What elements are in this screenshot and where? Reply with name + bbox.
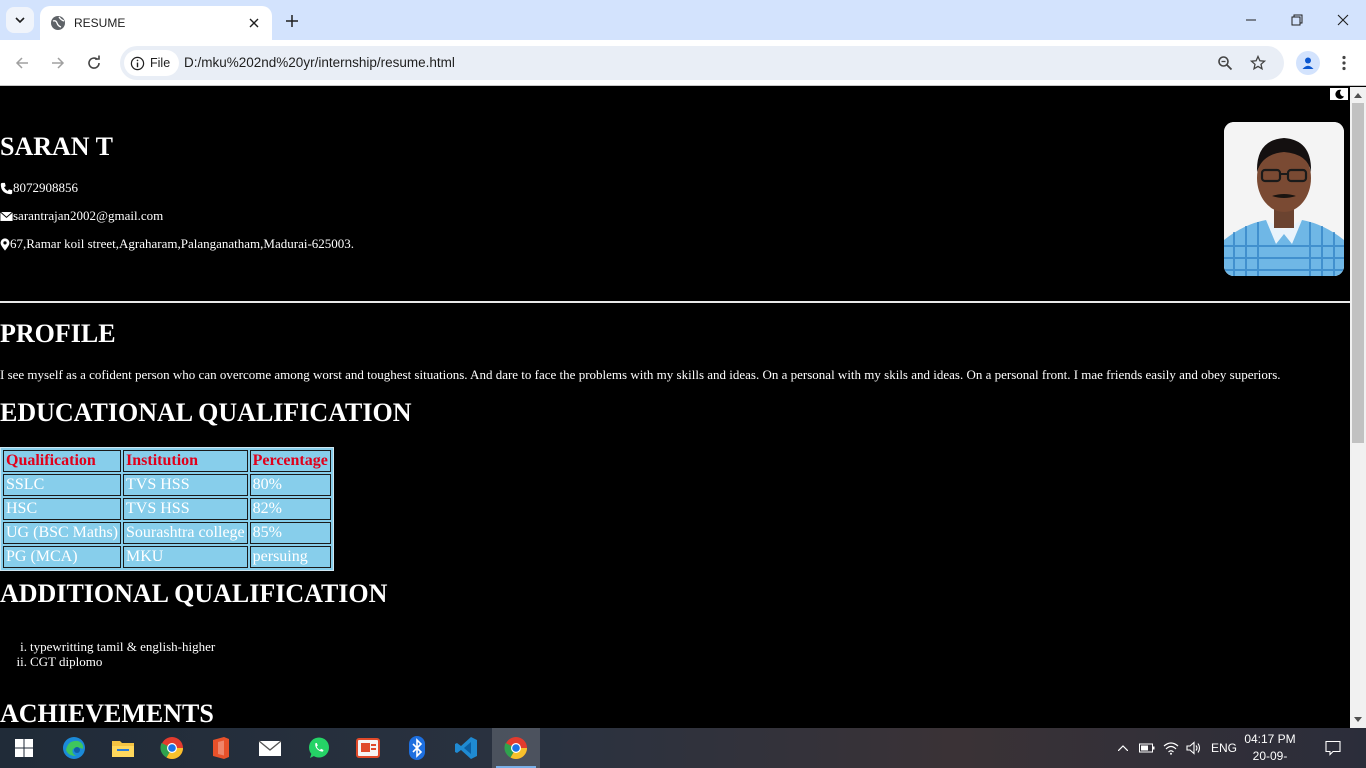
table-cell: PG (MCA) — [3, 546, 122, 568]
tab-strip: RESUME — [0, 0, 1366, 40]
table-cell: 80% — [249, 474, 331, 496]
browser-toolbar: File D:/mku%202nd%20yr/internship/resume… — [0, 40, 1366, 86]
new-tab-plus-icon[interactable] — [280, 9, 304, 33]
profile-avatar-icon[interactable] — [1296, 51, 1320, 75]
achievements-heading: ACHIEVEMENTS — [0, 699, 214, 728]
email-address: sarantrajan2002@gmail.com — [13, 208, 164, 223]
table-cell: Sourashtra college — [123, 522, 248, 544]
url-text[interactable]: D:/mku%202nd%20yr/internship/resume.html — [184, 55, 455, 70]
profile-photo — [1224, 122, 1344, 276]
reload-icon[interactable] — [82, 51, 106, 75]
table-header-cell: Percentage — [249, 450, 331, 472]
page-viewport: SARAN T 8072908856 sarantrajan2002@gmail… — [0, 87, 1350, 728]
education-heading: EDUCATIONAL QUALIFICATION — [0, 398, 412, 427]
mail-icon[interactable] — [246, 728, 294, 768]
table-row: SSLC TVS HSS 80% — [3, 474, 331, 496]
phone-row: 8072908856 — [0, 180, 78, 196]
phone-icon — [0, 182, 13, 194]
presentation-app-icon[interactable] — [344, 728, 392, 768]
bookmark-star-icon[interactable] — [1246, 51, 1270, 75]
table-row: UG (BSC Maths) Sourashtra college 85% — [3, 522, 331, 544]
table-row: HSC TVS HSS 82% — [3, 498, 331, 520]
table-cell: 85% — [249, 522, 331, 544]
table-cell: TVS HSS — [123, 498, 248, 520]
notification-icon[interactable] — [1318, 728, 1348, 768]
clock-date: 20-09-2024 — [1252, 749, 1288, 768]
site-info-chip[interactable]: File — [124, 50, 180, 76]
vscode-icon[interactable] — [442, 728, 490, 768]
email-row: sarantrajan2002@gmail.com — [0, 208, 163, 224]
minimize-icon[interactable] — [1228, 0, 1274, 40]
table-cell: TVS HSS — [123, 474, 248, 496]
edge-browser-icon[interactable] — [50, 728, 98, 768]
close-window-icon[interactable] — [1320, 0, 1366, 40]
forward-arrow-icon[interactable] — [46, 51, 70, 75]
list-item: ii. CGT diplomo — [0, 654, 215, 669]
list-item-text: typewritting tamil & english-higher — [30, 639, 216, 654]
education-table: Qualification Institution Percentage SSL… — [0, 447, 334, 571]
info-icon — [130, 56, 145, 70]
resume-header: SARAN T 8072908856 sarantrajan2002@gmail… — [0, 87, 1350, 302]
header-divider — [0, 301, 1350, 303]
scroll-down-arrow-icon[interactable] — [1350, 712, 1366, 728]
postal-address: 67,Ramar koil street,Agraharam,Palangana… — [10, 236, 355, 251]
scroll-up-arrow-icon[interactable] — [1350, 87, 1366, 103]
zoom-icon[interactable] — [1213, 51, 1237, 75]
file-explorer-icon[interactable] — [99, 728, 147, 768]
additional-heading: ADDITIONAL QUALIFICATION — [0, 579, 388, 608]
additional-list: i. typewritting tamil & english-higher i… — [0, 639, 216, 669]
active-tab[interactable]: RESUME — [40, 6, 272, 40]
address-row: 67,Ramar koil street,Agraharam,Palangana… — [0, 236, 354, 252]
clock[interactable]: 04:17 PM 20-09-2024 — [1240, 731, 1300, 768]
table-cell: persuing — [249, 546, 331, 568]
language-indicator[interactable]: ENG — [1208, 728, 1240, 768]
candidate-name: SARAN T — [0, 132, 113, 161]
chrome-active-icon[interactable] — [492, 728, 540, 768]
list-item: i. typewritting tamil & english-higher — [0, 639, 215, 654]
chrome-icon[interactable] — [148, 728, 196, 768]
vertical-scrollbar[interactable] — [1350, 87, 1366, 728]
map-pin-icon — [0, 237, 10, 251]
close-tab-icon[interactable] — [246, 15, 262, 31]
battery-icon[interactable] — [1137, 728, 1157, 768]
chevron-down-icon — [15, 17, 25, 24]
envelope-icon — [0, 211, 13, 221]
profile-text: I see myself as a cofident person who ca… — [0, 367, 1281, 382]
table-cell: HSC — [3, 498, 122, 520]
table-cell: MKU — [123, 546, 248, 568]
scrollbar-thumb[interactable] — [1352, 103, 1364, 443]
language-label: ENG — [1210, 741, 1237, 755]
table-header-row: Qualification Institution Percentage — [3, 450, 331, 472]
profile-heading: PROFILE — [0, 319, 116, 348]
list-marker: i. — [20, 639, 27, 654]
tab-title: RESUME — [74, 16, 126, 30]
windows-start-icon[interactable] — [0, 728, 48, 768]
table-row: PG (MCA) MKU persuing — [3, 546, 331, 568]
globe-icon — [51, 16, 65, 30]
wifi-icon[interactable] — [1161, 728, 1181, 768]
back-arrow-icon[interactable] — [10, 51, 34, 75]
chevron-up-icon[interactable] — [1113, 728, 1133, 768]
table-cell: UG (BSC Maths) — [3, 522, 122, 544]
office-icon[interactable] — [197, 728, 245, 768]
restore-icon[interactable] — [1274, 0, 1320, 40]
whatsapp-icon[interactable] — [295, 728, 343, 768]
phone-number: 8072908856 — [13, 180, 78, 195]
list-marker: ii. — [16, 654, 27, 669]
table-header-cell: Institution — [123, 450, 248, 472]
table-cell: SSLC — [3, 474, 122, 496]
address-bar[interactable]: File D:/mku%202nd%20yr/internship/resume… — [120, 46, 1284, 80]
clock-time: 04:17 PM — [1244, 732, 1296, 746]
table-header-cell: Qualification — [3, 450, 122, 472]
bluetooth-icon[interactable] — [393, 728, 441, 768]
tab-search-button[interactable] — [6, 7, 34, 33]
volume-icon[interactable] — [1184, 728, 1204, 768]
windows-taskbar: ENG 04:17 PM 20-09-2024 — [0, 728, 1366, 768]
site-chip-label: File — [150, 56, 171, 70]
list-item-text: CGT diplomo — [30, 654, 103, 669]
table-cell: 82% — [249, 498, 331, 520]
kebab-menu-icon[interactable] — [1332, 51, 1356, 75]
